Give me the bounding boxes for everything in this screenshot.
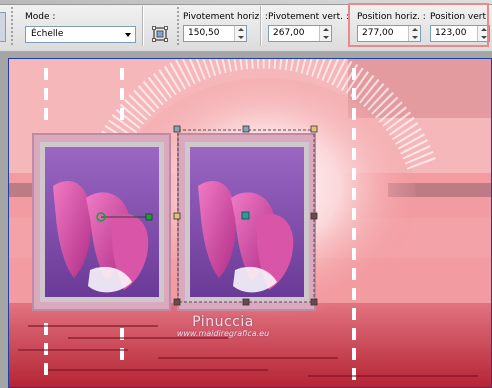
mode-value: Échelle — [31, 29, 64, 39]
canvas-area: Pinuccia www.maidiregrafica.eu — [0, 52, 492, 388]
spin-up-icon[interactable] — [481, 28, 487, 31]
pivot-v-label: Pivotement vert. : — [268, 12, 349, 22]
spin-down-icon[interactable] — [238, 36, 244, 39]
left-lily-frame — [32, 133, 171, 311]
handle-bottom-right[interactable] — [310, 298, 318, 306]
spin-up-icon[interactable] — [238, 28, 244, 31]
canvas-artwork — [8, 58, 492, 388]
handle-top-left[interactable] — [173, 125, 181, 133]
perspective-icon — [152, 26, 168, 42]
mode-dropdown[interactable]: Échelle — [25, 26, 136, 43]
pos-v-input[interactable]: 123,00 — [430, 25, 490, 42]
perspective-button[interactable] — [149, 24, 171, 44]
center-handle[interactable] — [241, 211, 250, 220]
separator — [260, 6, 262, 46]
pivot-v-value: 267,00 — [273, 28, 305, 38]
separator — [142, 6, 144, 46]
title-strip — [0, 0, 492, 5]
image-canvas[interactable]: Pinuccia www.maidiregrafica.eu — [8, 58, 492, 388]
handle-middle-right[interactable] — [310, 212, 318, 220]
handle-bottom-center[interactable] — [242, 298, 250, 306]
watermark-url: www.maidiregrafica.eu — [176, 329, 270, 338]
pos-h-stepper[interactable] — [408, 26, 420, 41]
pos-v-value: 123,00 — [435, 28, 467, 38]
watermark-name: Pinuccia — [192, 314, 254, 330]
spin-up-icon[interactable] — [412, 28, 418, 31]
handle-middle-left[interactable] — [173, 212, 181, 220]
toolbar-grip[interactable] — [10, 6, 14, 46]
pos-h-label: Position horiz. : — [357, 12, 426, 22]
pivot-h-value: 150,50 — [188, 28, 220, 38]
spin-down-icon[interactable] — [323, 36, 329, 39]
handle-bottom-left[interactable] — [173, 298, 181, 306]
pos-v-label: Position vert. : — [430, 12, 492, 22]
toolbar-handle[interactable] — [0, 12, 6, 42]
tool-options-bar: Mode : Échelle Pivotement horiz. : 150,5… — [0, 0, 492, 52]
handle-top-center[interactable] — [242, 125, 250, 133]
pivot-h-input[interactable]: 150,50 — [183, 25, 247, 42]
spin-up-icon[interactable] — [323, 28, 329, 31]
rotate-knob[interactable] — [145, 213, 153, 221]
watermark: Pinuccia www.maidiregrafica.eu — [148, 314, 298, 338]
toolbar-grip[interactable] — [176, 6, 180, 46]
pos-v-stepper[interactable] — [477, 26, 489, 41]
spin-down-icon[interactable] — [481, 36, 487, 39]
handle-top-right[interactable] — [310, 125, 318, 133]
pos-h-input[interactable]: 277,00 — [357, 25, 421, 42]
right-lily-frame — [177, 133, 316, 311]
pivot-v-stepper[interactable] — [319, 26, 331, 41]
pivot-h-stepper[interactable] — [234, 26, 246, 41]
pivot-v-input[interactable]: 267,00 — [268, 25, 332, 42]
spin-down-icon[interactable] — [412, 36, 418, 39]
chevron-down-icon — [125, 33, 131, 37]
mode-label: Mode : — [25, 12, 56, 22]
pivot-h-label: Pivotement horiz. : — [183, 12, 268, 22]
pos-h-value: 277,00 — [362, 28, 394, 38]
